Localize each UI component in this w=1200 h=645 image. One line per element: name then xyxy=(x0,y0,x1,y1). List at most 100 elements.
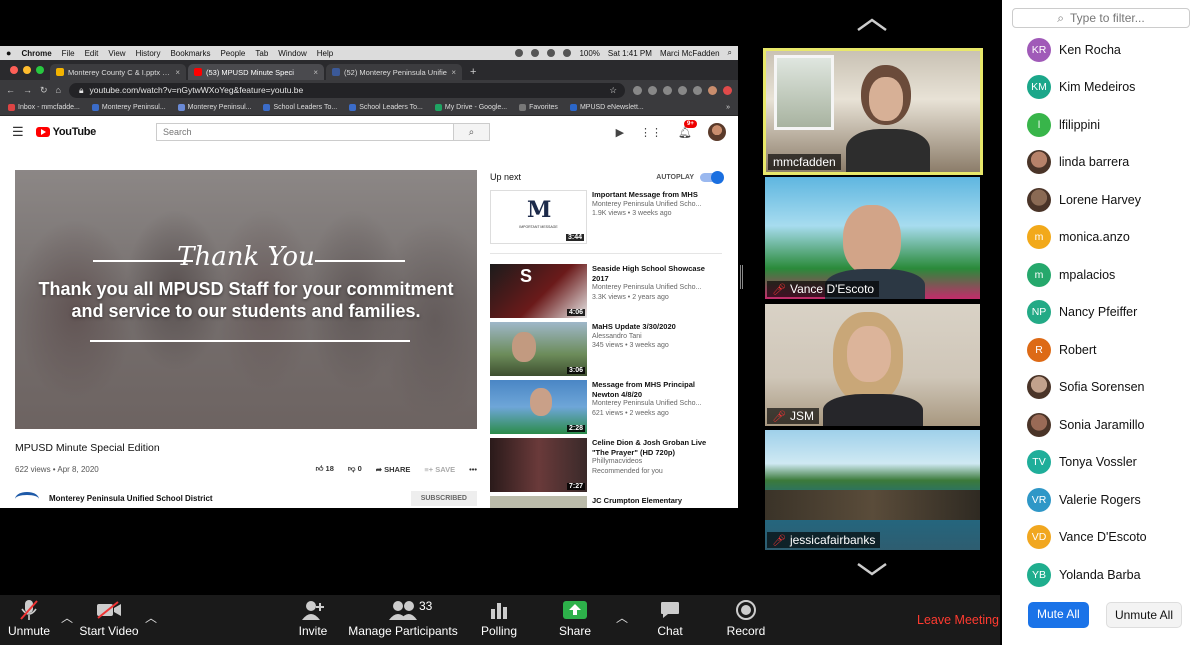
recommendation-title[interactable]: Celine Dion & Josh Groban Live "The Pray… xyxy=(592,438,722,457)
home-icon[interactable]: ⌂ xyxy=(56,85,61,95)
save-button[interactable]: ≡+ SAVE xyxy=(424,465,455,474)
back-icon[interactable]: ← xyxy=(6,85,15,95)
menu-help[interactable]: Help xyxy=(317,49,333,58)
recommendation-item[interactable]: 3:06 MaHS Update 3/30/2020 Alessandro Ta… xyxy=(490,322,722,376)
video-thumbnail[interactable]: 7:27 xyxy=(490,438,587,492)
gallery-scroll-up-icon[interactable] xyxy=(856,18,888,37)
more-actions-button[interactable]: ••• xyxy=(469,465,477,474)
participant-row[interactable]: VR Valerie Rogers xyxy=(1002,481,1200,519)
start-video-button[interactable]: Start Video xyxy=(79,595,139,645)
recommendation-title[interactable]: JC Crumpton Elementary xyxy=(592,496,682,506)
manage-participants-button[interactable]: 33 Manage Participants xyxy=(348,595,457,645)
bookmark-item[interactable]: Monterey Peninsul... xyxy=(91,104,166,111)
extension-icon[interactable] xyxy=(633,85,642,95)
invite-button[interactable]: Invite xyxy=(297,595,329,645)
chat-button[interactable]: Chat xyxy=(656,595,684,645)
audio-options-chevron-icon[interactable]: ︿ xyxy=(61,609,73,626)
menu-icon[interactable]: ☰ xyxy=(12,124,24,140)
bookmarks-overflow[interactable]: » xyxy=(726,104,730,111)
participant-row[interactable]: m mpalacios xyxy=(1002,256,1200,294)
bookmark-item[interactable]: MPUSD eNewslett... xyxy=(569,104,644,111)
autoplay-toggle[interactable] xyxy=(700,170,724,184)
unmute-button[interactable]: Unmute xyxy=(8,595,50,645)
extension-icon[interactable] xyxy=(678,85,687,95)
participant-row[interactable]: Sofia Sorensen xyxy=(1002,369,1200,407)
unmute-all-button[interactable]: Unmute All xyxy=(1105,602,1182,628)
recommendation-title[interactable]: Message from MHS Principal Newton 4/8/20 xyxy=(592,380,722,399)
menu-people[interactable]: People xyxy=(220,49,245,58)
notifications-icon[interactable]: 🔔︎ 9+ xyxy=(678,119,697,139)
share-options-chevron-icon[interactable]: ︿ xyxy=(616,609,628,626)
browser-tab[interactable]: Monterey County C & I.pptx - F × xyxy=(50,64,186,80)
video-player[interactable]: Thank You Thank you all MPUSD Staff for … xyxy=(15,170,477,429)
video-tile[interactable]: 🎤︎ Vance D'Escoto xyxy=(765,177,980,299)
apps-icon[interactable]: ⋮⋮ xyxy=(640,126,662,139)
subscribe-button[interactable]: SUBSCRIBED xyxy=(410,491,477,506)
close-tab-icon[interactable]: × xyxy=(175,68,180,77)
recommendation-item[interactable]: 7:27 Celine Dion & Josh Groban Live "The… xyxy=(490,438,722,492)
recommendation-item[interactable]: S 4:06 Seaside High School Showcase 2017… xyxy=(490,264,722,318)
channel-name[interactable]: Monterey Peninsula Unified School Distri… xyxy=(49,494,213,503)
participant-row[interactable]: TV Tonya Vossler xyxy=(1002,444,1200,482)
dislike-button[interactable]: 👎︎ 0 xyxy=(348,464,362,474)
participant-row[interactable]: R Robert xyxy=(1002,331,1200,369)
menu-history[interactable]: History xyxy=(136,49,161,58)
extension-icon[interactable] xyxy=(663,85,672,95)
video-thumbnail[interactable]: S 4:06 xyxy=(490,264,587,318)
bookmark-star-icon[interactable]: ☆ xyxy=(609,85,617,96)
menu-view[interactable]: View xyxy=(108,49,125,58)
video-tile[interactable]: 🎤︎ jessicafairbanks xyxy=(765,430,980,550)
browser-tab[interactable]: (52) Monterey Peninsula Unifie × xyxy=(326,64,462,80)
recommendation-item[interactable]: M IMPORTANT MESSAGE 3:44 Important Messa… xyxy=(490,190,722,244)
leave-meeting-button[interactable]: Leave Meeting xyxy=(917,613,999,627)
minimize-window-icon[interactable] xyxy=(23,66,31,74)
bookmark-item[interactable]: School Leaders To... xyxy=(349,104,423,111)
participant-row[interactable]: VD Vance D'Escoto xyxy=(1002,519,1200,557)
recommendation-title[interactable]: MaHS Update 3/30/2020 xyxy=(592,322,676,332)
recommendation-title[interactable]: Seaside High School Showcase 2017 xyxy=(592,264,722,283)
participant-row[interactable]: Sonia Jaramillo xyxy=(1002,406,1200,444)
channel-logo[interactable] xyxy=(15,491,39,506)
new-tab-button[interactable]: + xyxy=(464,64,482,80)
record-button[interactable]: Record xyxy=(726,595,766,645)
menu-tab[interactable]: Tab xyxy=(255,49,268,58)
participant-row[interactable]: l lfilippini xyxy=(1002,106,1200,144)
share-button[interactable]: ➦ SHARE xyxy=(376,465,411,474)
close-window-icon[interactable] xyxy=(10,66,18,74)
gallery-scroll-down-icon[interactable] xyxy=(856,562,888,581)
menu-window[interactable]: Window xyxy=(278,49,306,58)
browser-tab-active[interactable]: (53) MPUSD Minute Speci × xyxy=(188,64,324,80)
maximize-window-icon[interactable] xyxy=(36,66,44,74)
participant-row[interactable]: YB Yolanda Barba xyxy=(1002,556,1200,594)
video-thumbnail[interactable]: 2:28 xyxy=(490,380,587,434)
like-button[interactable]: 👍︎ 18 xyxy=(316,464,334,474)
menu-file[interactable]: File xyxy=(62,49,75,58)
bookmark-item[interactable]: Inbox - mmcfadde... xyxy=(8,104,80,111)
extension-icon[interactable] xyxy=(723,85,732,95)
search-icon[interactable]: ⌕ xyxy=(452,124,489,140)
search-input[interactable] xyxy=(156,124,453,140)
participant-row[interactable]: Lorene Harvey xyxy=(1002,181,1200,219)
video-thumbnail[interactable] xyxy=(490,496,587,508)
url-field[interactable]: 🔒︎ youtube.com/watch?v=nGytwWXoYeg&featu… xyxy=(68,82,625,98)
close-tab-icon[interactable]: × xyxy=(313,68,318,77)
polling-button[interactable]: Polling xyxy=(481,595,517,645)
video-options-chevron-icon[interactable]: ︿ xyxy=(145,609,157,626)
bookmark-item[interactable]: Favorites xyxy=(519,104,558,111)
menu-bookmarks[interactable]: Bookmarks xyxy=(170,49,210,58)
extension-icon[interactable] xyxy=(693,85,702,95)
reload-icon[interactable]: ↻ xyxy=(40,85,48,96)
participant-row[interactable]: KR Ken Rocha xyxy=(1002,31,1200,69)
bookmark-item[interactable]: School Leaders To... xyxy=(263,104,337,111)
close-tab-icon[interactable]: × xyxy=(451,68,456,77)
participant-row[interactable]: m monica.anzo xyxy=(1002,219,1200,257)
bookmark-item[interactable]: Monterey Peninsul... xyxy=(177,104,251,111)
youtube-logo[interactable]: YouTube xyxy=(35,126,96,138)
profile-avatar[interactable] xyxy=(708,85,717,95)
create-video-icon[interactable]: ▶︎ xyxy=(616,126,624,139)
share-button[interactable]: Share xyxy=(559,595,591,645)
recommendation-item[interactable]: 2:28 Message from MHS Principal Newton 4… xyxy=(490,380,722,434)
participant-row[interactable]: NP Nancy Pfeiffer xyxy=(1002,294,1200,332)
mute-all-button[interactable]: Mute All xyxy=(1028,602,1089,628)
filter-field[interactable]: ⌕ Type to filter... xyxy=(1012,8,1190,28)
